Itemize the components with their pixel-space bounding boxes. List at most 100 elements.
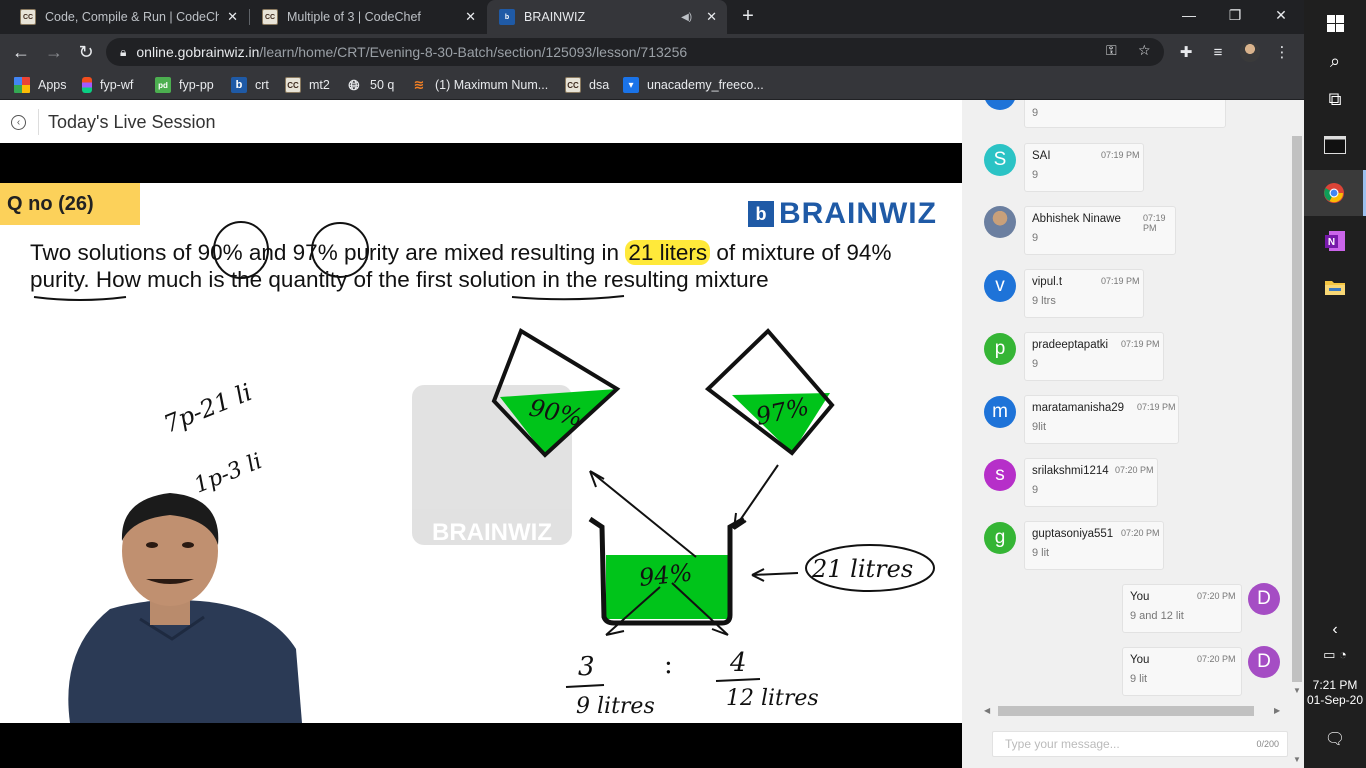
media-queue-icon[interactable]: ≡ (1208, 42, 1228, 62)
bookmark-unacademy[interactable]: ▾ unacademy_freeco... (623, 76, 764, 94)
url-path: /learn/home/CRT/Evening-8-30-Batch/secti… (259, 44, 688, 60)
message-text: 9 ltrs (1032, 295, 1056, 307)
message-time: 07:19 PM (1137, 402, 1176, 412)
scroll-left-arrow-icon[interactable]: ◀ (984, 706, 990, 715)
message-text: 9 (1032, 169, 1039, 181)
bookmark-label: fyp-pp (179, 78, 214, 92)
url-host: online.gobrainwiz.in (136, 44, 260, 60)
message-bubble: guptasoniya551 07:20 PM 9 lit (1024, 521, 1164, 570)
bookmark-mt2[interactable]: CC mt2 (285, 76, 330, 94)
message-time: 07:19 PM (1101, 150, 1140, 160)
bookmark-label: fyp-wf (100, 78, 134, 92)
speaker-icon[interactable]: ◀) (681, 12, 692, 23)
tab-close-icon[interactable]: ✕ (465, 9, 476, 25)
message-time: 07:20 PM (1121, 528, 1160, 538)
back-circle-icon[interactable]: ‹ (11, 115, 26, 130)
back-button[interactable]: ← (9, 40, 33, 64)
extensions-puzzle-icon[interactable]: ✚ (1176, 42, 1196, 62)
star-icon[interactable]: ☆ (1138, 42, 1151, 59)
tab-codechef-multiple[interactable]: CC Multiple of 3 | CodeChef ✕ (250, 0, 486, 34)
tab-title: Multiple of 3 | CodeChef (287, 10, 421, 24)
close-window-button[interactable]: ✕ (1258, 0, 1304, 30)
bookmark-label: Apps (38, 78, 67, 92)
profile-avatar[interactable] (1240, 42, 1260, 62)
bookmark-maximum-num[interactable]: ≋ (1) Maximum Num... (411, 76, 549, 94)
forward-button[interactable]: → (42, 40, 66, 64)
lesson-slide: Q no (26) b BRAINWIZ Two solutions of 90… (0, 183, 962, 723)
avatar (984, 100, 1016, 110)
tab-close-icon[interactable]: ✕ (227, 9, 238, 25)
bookmark-50q[interactable]: 🌐︎ 50 q (346, 76, 394, 94)
notification-icon[interactable]: 🗨︎ (1304, 716, 1366, 762)
system-clock[interactable]: 7:21 PM 01-Sep-20 (1304, 678, 1366, 708)
reload-button[interactable]: ↻ (74, 40, 98, 64)
bookmark-crt[interactable]: b crt (231, 76, 269, 94)
chat-message-list[interactable]: 9 S SAI 07:19 PM 9 Abhishek Ninawe 07:19… (962, 100, 1288, 704)
tab-close-icon[interactable]: ✕ (706, 9, 717, 25)
avatar: g (984, 522, 1016, 554)
message-text: 9 (1032, 358, 1039, 370)
codechef-icon: CC (285, 77, 301, 93)
message-text: 9 (1032, 484, 1039, 496)
chat-vertical-scroll-thumb[interactable] (1292, 136, 1302, 682)
avatar: D (1248, 583, 1280, 615)
avatar (984, 206, 1016, 238)
minimize-button[interactable]: — (1166, 0, 1212, 30)
message-time: 07:20 PM (1197, 591, 1236, 601)
watermark-text: BRAINWIZ (432, 519, 552, 546)
arrow-to-beaker (751, 568, 799, 582)
underline-first-solution (511, 295, 625, 301)
clock-time: 7:21 PM (1312, 678, 1358, 692)
message-bubble: You 07:20 PM 9 and 12 lit (1122, 584, 1242, 633)
onenote-icon[interactable]: N (1304, 218, 1366, 264)
header-divider (38, 109, 39, 135)
codechef-icon: CC (20, 9, 36, 25)
task-view-icon[interactable]: ⧉ (1304, 76, 1366, 122)
message-text: 9 and 12 lit (1130, 610, 1184, 622)
bookmark-label: 50 q (370, 78, 395, 92)
address-bar[interactable]: 🔒︎ online.gobrainwiz.in /learn/home/CRT/… (106, 38, 1164, 66)
message-bubble: pradeeptapatki 07:19 PM 9 (1024, 332, 1164, 381)
pd-icon: pd (155, 77, 171, 93)
message-time: 07:20 PM (1197, 654, 1236, 664)
svg-text:94%: 94% (638, 559, 694, 592)
tab-brainwiz[interactable]: b BRAINWIZ ◀) ✕ (487, 0, 727, 34)
clock-date: 01-Sep-20 (1306, 693, 1364, 707)
total-litres: 21 litres (811, 555, 913, 583)
bookmark-fyp-wf[interactable]: fyp-wf (82, 76, 133, 94)
key-icon[interactable]: ⚿ (1106, 42, 1117, 59)
message-bubble: 9 (1024, 100, 1226, 128)
bookmark-apps[interactable]: Apps (14, 76, 67, 94)
message-bubble: You 07:20 PM 9 lit (1122, 647, 1242, 696)
file-explorer-icon[interactable] (1304, 264, 1366, 310)
message-bubble: Abhishek Ninawe 07:19 PM 9 (1024, 206, 1176, 255)
lock-icon[interactable]: 🔒︎ (120, 45, 126, 60)
network-battery-icon[interactable]: ▭ ◔ (1304, 632, 1366, 678)
message-text: 9 lit (1032, 547, 1050, 559)
char-count: 0/200 (1256, 739, 1279, 749)
chat-horizontal-scroll-thumb[interactable] (998, 706, 1254, 716)
bookmark-label: (1) Maximum Num... (435, 78, 549, 92)
scroll-down-arrow-icon[interactable]: ▼ (1293, 686, 1301, 695)
bookmark-label: mt2 (309, 78, 330, 92)
video-player[interactable]: Q no (26) b BRAINWIZ Two solutions of 90… (0, 143, 962, 768)
globe-icon: 🌐︎ (348, 76, 360, 93)
chrome-icon[interactable] (1304, 170, 1366, 216)
ratio-left-bar (565, 684, 605, 688)
chat-input-box: 0/200 (992, 731, 1288, 757)
tab-codechef-compile[interactable]: CC Code, Compile & Run | CodeChef ✕ (8, 0, 248, 34)
scroll-right-arrow-icon[interactable]: ▶ (1274, 706, 1280, 715)
circle-90-percent (213, 221, 269, 279)
bookmark-fyp-pp[interactable]: pd fyp-pp (155, 76, 214, 94)
new-tab-button[interactable]: + (738, 6, 758, 26)
bookmark-label: unacademy_freeco... (647, 78, 764, 92)
menu-kebab-icon[interactable]: ⋮ (1272, 42, 1292, 62)
scroll-down-arrow-icon[interactable]: ▼ (1293, 755, 1301, 764)
page-title: Today's Live Session (48, 112, 216, 132)
chat-message-input[interactable] (993, 732, 1233, 756)
terminal-icon[interactable] (1304, 122, 1366, 168)
bookmark-dsa[interactable]: CC dsa (565, 76, 609, 94)
restore-button[interactable]: ❐ (1212, 0, 1258, 30)
underline-94-purity (33, 296, 127, 301)
codechef-icon: CC (565, 77, 581, 93)
